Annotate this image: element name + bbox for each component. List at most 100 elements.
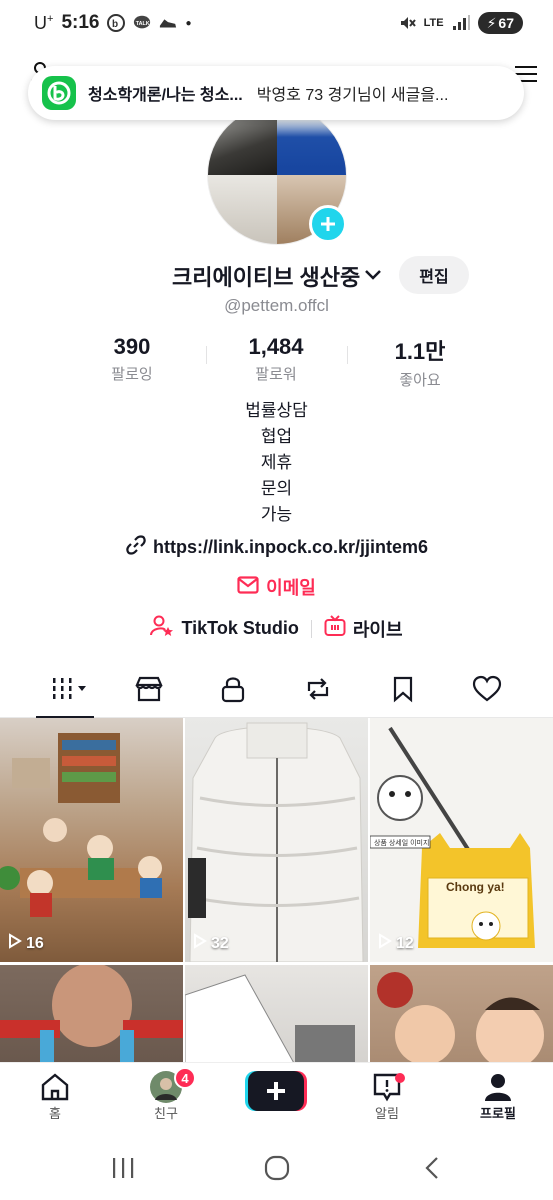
email-label: 이메일 [266,578,316,598]
creator-tools: TikTok Studio 라이브 [0,615,553,642]
play-icon [193,933,207,954]
video-tile[interactable]: 16 [0,718,183,962]
play-icon [8,933,22,954]
followers-count: 1,484 [248,334,304,359]
likes-stat[interactable]: 1.1만 좋아요 [360,334,480,390]
bio-link[interactable]: https://link.inpock.co.kr/jjintem6 [0,534,553,561]
nav-friends-label: 친구 [154,1106,178,1121]
tab-private[interactable] [213,674,253,708]
link-icon [125,534,147,561]
live-tv-icon [324,615,346,642]
videos-grid-icon [47,675,91,708]
bio-line: 문의 [260,479,293,498]
tool-divider [310,619,312,638]
tab-saved[interactable] [383,674,423,708]
video-tile[interactable]: 상품 상세일 이미지 Chong ya! 12 [370,718,553,962]
name-row: 크리에이티브 생산중 편집 [0,256,553,296]
svg-text:b: b [112,19,118,30]
kakaotalk-icon: TALK [133,14,151,32]
create-plus-icon [245,1071,307,1111]
profile-bio: 법률상담 협업 제휴 문의 가능 [0,398,553,528]
followers-label: 팔로워 [255,366,297,383]
shoe-icon [159,14,177,32]
band-app-icon [42,76,76,110]
view-count: 32 [193,933,229,954]
chevron-down-icon[interactable] [364,268,382,286]
battery-indicator: ⚡ 67 [477,12,523,34]
live-label: 라이브 [352,619,403,640]
nav-home[interactable]: 홈 [15,1071,95,1122]
notification-body: 박영호 73 경기님이 새글을... [256,87,449,104]
live-button[interactable]: 라이브 [324,615,403,642]
nav-profile[interactable]: 프로필 [458,1071,538,1122]
nav-home-label: 홈 [49,1106,61,1121]
profile-icon [458,1071,538,1103]
carrier-label: U+ [34,12,54,33]
inbox-unread-dot [395,1073,405,1083]
tab-shop[interactable] [129,674,169,708]
back-icon[interactable] [412,1153,452,1183]
charging-icon: ⚡ [486,14,497,31]
video-thumbnail-man [0,965,183,1062]
avatar-photo-3 [208,175,277,244]
add-avatar-button[interactable] [309,205,347,243]
mail-icon [237,575,259,599]
mute-icon [398,14,416,32]
video-tile[interactable] [185,965,368,1062]
play-icon [378,933,392,954]
lock-icon [220,675,246,708]
home-icon [15,1071,95,1103]
network-type: LTE [423,17,444,29]
video-thumbnail-tablet [185,974,355,1062]
tab-reposts[interactable] [298,674,338,708]
video-thumbnail-classroom [0,733,162,917]
tiktok-studio-button[interactable]: TikTok Studio [150,615,299,642]
bio-line: 법률상담 [245,401,308,420]
status-bar: U+ 5:16 b TALK ● LTE ⚡ 67 [0,0,553,46]
bookmark-icon [391,675,415,708]
bio-line: 협업 [260,427,293,446]
tab-videos[interactable] [45,674,93,708]
profile-stats: 390 팔로잉 1,484 팔로워 1.1만 좋아요 [0,334,553,389]
video-thumbnail-jacket [188,722,364,962]
video-thumbnail-bag: 상품 상세일 이미지 Chong ya! [370,718,553,962]
inbox-icon [347,1071,427,1103]
nav-friends[interactable]: 친구 4 [126,1067,206,1122]
notification-title: 청소학개론/나는 청소... [88,87,243,104]
stat-divider [347,346,348,364]
view-count: 16 [8,933,44,954]
home-button-icon[interactable] [257,1153,297,1183]
link-url: https://link.inpock.co.kr/jjintem6 [152,537,429,557]
video-thumbnail-kids [377,972,544,1062]
notification-banner[interactable]: 청소학개론/나는 청소... 박영호 73 경기님이 새글을... [28,66,524,120]
friends-badge: 4 [174,1067,196,1089]
bio-line: 제휴 [260,453,293,472]
following-label: 팔로잉 [111,366,153,383]
stat-divider [206,346,207,364]
heart-icon [472,675,502,708]
create-button[interactable] [245,1071,307,1111]
video-tile[interactable] [0,965,183,1062]
likes-label: 좋아요 [399,372,441,389]
studio-icon [150,615,174,642]
repost-icon [303,675,333,708]
svg-text:상품 상세일 이미지: 상품 상세일 이미지 [374,838,429,847]
shop-icon [134,675,164,708]
followers-stat[interactable]: 1,484 팔로워 [216,334,336,384]
clock: 5:16 [61,12,100,33]
email-button[interactable]: 이메일 [0,574,553,600]
edit-profile-button[interactable]: 편집 [399,256,469,294]
tab-liked[interactable] [467,674,507,708]
display-name[interactable]: 크리에이티브 생산중 [172,260,360,292]
nav-profile-label: 프로필 [480,1106,516,1121]
nav-inbox[interactable]: 알림 [347,1071,427,1122]
recent-apps-icon[interactable] [103,1153,143,1183]
band-status-icon: b [107,14,126,32]
following-stat[interactable]: 390 팔로잉 [72,334,192,384]
video-tile[interactable] [370,965,553,1062]
dot-indicator: ● [185,17,192,29]
signal-icon [452,14,470,32]
following-count: 390 [113,334,151,359]
video-tile[interactable]: 32 [185,718,368,962]
svg-text:Chong ya!: Chong ya! [446,880,505,894]
